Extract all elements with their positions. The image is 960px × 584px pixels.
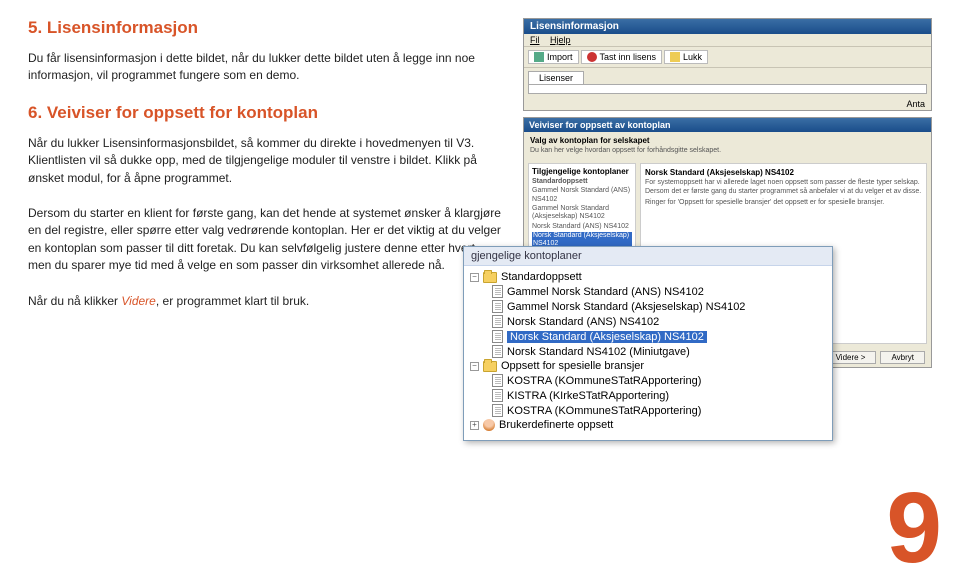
videre-word: Videre	[121, 294, 155, 308]
wizard-right-p2: For systemoppsett har vi allerede laget …	[645, 179, 922, 197]
tree-item-label: KOSTRA (KOmmuneSTatRApportering)	[507, 405, 701, 417]
section5-body: Du får lisensinformasjon i dette bildet,…	[28, 50, 501, 85]
section6-p3a: Når du nå klikker	[28, 294, 121, 308]
tree-item-label: Gammel Norsk Standard (Aksjeselskap) NS4…	[507, 301, 745, 313]
license-window: Lisensinformasjon Fil Hjelp Import Tast …	[523, 18, 932, 111]
expand-icon[interactable]: +	[470, 421, 479, 430]
license-body	[528, 84, 927, 94]
document-icon	[492, 315, 503, 328]
folder-icon	[483, 272, 497, 283]
tree-user-label: Brukerdefinerte oppsett	[499, 419, 613, 431]
license-toolbar: Import Tast inn lisens Lukk	[524, 47, 931, 68]
section6-p3c: , er programmet klart til bruk.	[156, 294, 309, 308]
cancel-button[interactable]: Avbryt	[880, 351, 925, 364]
import-button[interactable]: Import	[528, 50, 579, 64]
collapse-icon[interactable]: −	[470, 362, 479, 371]
document-icon	[492, 330, 503, 343]
license-tabs: Lisenser	[524, 68, 931, 84]
document-icon	[492, 404, 503, 417]
tree-root-label: Standardoppsett	[501, 271, 582, 283]
tab-licenses[interactable]: Lisenser	[528, 71, 584, 84]
import-icon	[534, 52, 544, 62]
collapse-icon[interactable]: −	[470, 273, 479, 282]
tree-folder2-label: Oppsett for spesielle bransjer	[501, 360, 644, 372]
user-icon	[483, 419, 495, 431]
tree-root[interactable]: − Standardoppsett	[470, 270, 826, 284]
tree-item-label: KISTRA (KIrkeSTatRApportering)	[507, 390, 669, 402]
section6-p3: Når du nå klikker Videre, er programmet …	[28, 293, 501, 310]
wizard-item-root[interactable]: Standardoppsett	[532, 178, 632, 186]
tree-item[interactable]: Gammel Norsk Standard (ANS) NS4102	[492, 284, 826, 299]
document-icon	[492, 345, 503, 358]
wizard-right-title: Norsk Standard (Aksjeselskap) NS4102	[645, 168, 922, 177]
wizard-title: Veiviser for oppsett av kontoplan	[524, 118, 931, 132]
document-icon	[492, 374, 503, 387]
key-icon	[587, 52, 597, 62]
tree-item[interactable]: KOSTRA (KOmmuneSTatRApportering)	[492, 403, 826, 418]
section6-p1: Når du lukker Lisensinformasjonsbildet, …	[28, 135, 501, 187]
tree-item-label: Gammel Norsk Standard (ANS) NS4102	[507, 286, 704, 298]
tree-item[interactable]: Norsk Standard (ANS) NS4102	[492, 314, 826, 329]
page-number: 9	[886, 478, 942, 578]
folder-icon	[483, 361, 497, 372]
document-icon	[492, 300, 503, 313]
tree-item[interactable]: KISTRA (KIrkeSTatRApportering)	[492, 388, 826, 403]
close-label: Lukk	[683, 52, 702, 62]
close-button[interactable]: Lukk	[664, 50, 708, 64]
wizard-heading: Valg av kontoplan for selskapet	[530, 136, 925, 145]
close-icon	[670, 52, 680, 62]
document-icon	[492, 285, 503, 298]
wizard-right-p3: Ringer for 'Oppsett for spesielle bransj…	[645, 199, 922, 208]
import-label: Import	[547, 52, 573, 62]
menu-help[interactable]: Hjelp	[550, 35, 571, 45]
wizard-subheading: Du kan her velge hvordan oppsett for for…	[530, 147, 925, 156]
license-menu: Fil Hjelp	[524, 34, 931, 47]
section5-heading: 5. Lisensinformasjon	[28, 18, 501, 38]
tree-item-label: Norsk Standard (ANS) NS4102	[507, 316, 659, 328]
tree-item-selected[interactable]: Norsk Standard (Aksjeselskap) NS4102	[492, 329, 826, 344]
section6-heading: 6. Veiviser for oppsett for kontoplan	[28, 103, 501, 123]
tree-item-label: Norsk Standard NS4102 (Miniutgave)	[507, 346, 690, 358]
tree-item-label: Norsk Standard (Aksjeselskap) NS4102	[507, 331, 707, 343]
test-label: Tast inn lisens	[600, 52, 657, 62]
wizard-item[interactable]: Norsk Standard (ANS) NS4102	[532, 223, 632, 231]
menu-file[interactable]: Fil	[530, 35, 540, 45]
wizard-item[interactable]: Gammel Norsk Standard (ANS) NS4102	[532, 187, 632, 204]
tree-callout: gjengelige kontoplaner − Standardoppsett…	[463, 246, 833, 441]
wizard-item[interactable]: Gammel Norsk Standard (Aksjeselskap) NS4…	[532, 205, 632, 222]
tree-item-label: KOSTRA (KOmmuneSTatRApportering)	[507, 375, 701, 387]
license-window-title: Lisensinformasjon	[524, 19, 931, 34]
tree-item[interactable]: KOSTRA (KOmmuneSTatRApportering)	[492, 373, 826, 388]
tree-user[interactable]: + Brukerdefinerte oppsett	[470, 418, 826, 432]
test-button[interactable]: Tast inn lisens	[581, 50, 663, 64]
wizard-left-heading: Tilgjengelige kontoplaner	[532, 167, 632, 176]
license-status: Anta	[524, 98, 931, 110]
document-icon	[492, 389, 503, 402]
section6-p2: Dersom du starter en klient for første g…	[28, 205, 501, 275]
tree-item[interactable]: Norsk Standard NS4102 (Miniutgave)	[492, 344, 826, 359]
tree-title: gjengelige kontoplaner	[464, 247, 832, 266]
tree-item[interactable]: Gammel Norsk Standard (Aksjeselskap) NS4…	[492, 299, 826, 314]
tree-folder2[interactable]: − Oppsett for spesielle bransjer	[470, 359, 826, 373]
